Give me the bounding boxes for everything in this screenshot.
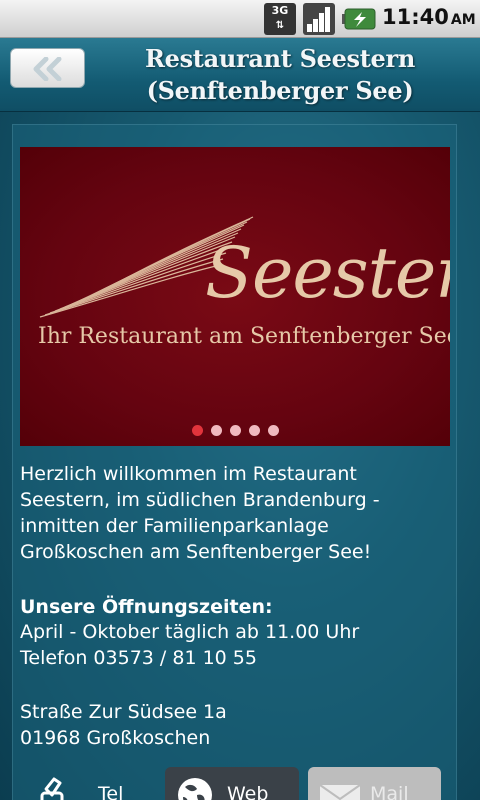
slider-dot[interactable] [248, 425, 260, 436]
opening-hours-line: April - Oktober täglich ab 11.00 Uhr [20, 621, 360, 643]
intro-line: Seestern, im südlichen Brandenburg - [20, 489, 380, 511]
signal-strength-icon [303, 3, 335, 35]
address: Straße Zur Südsee 1a 01968 Großkoschen [20, 699, 460, 751]
page-title: Restaurant Seestern (Senftenberger See) [100, 43, 460, 107]
slider-dot[interactable] [191, 425, 203, 436]
intro-line: Großkoschen am Senftenberger See! [20, 541, 372, 563]
opening-hours-heading: Unsere Öffnungszeiten: [20, 596, 273, 618]
mail-button[interactable]: Mail [308, 767, 441, 800]
intro-line: inmitten der Familienparkanlage [20, 515, 329, 537]
mail-button-label: Mail [370, 783, 409, 800]
intro-line: Herzlich willkommen im Restaurant [20, 463, 357, 485]
address-city: 01968 Großkoschen [20, 727, 211, 749]
image-slider[interactable]: Seestern Ihr Restaurant am Senftenberger… [20, 147, 450, 446]
envelope-icon [319, 784, 361, 800]
status-bar: 3G ⇅ 11:40 AM [0, 0, 480, 38]
double-chevron-left-icon [33, 57, 62, 81]
phone-icon [40, 777, 64, 800]
intro-text: Herzlich willkommen im Restaurant Seeste… [20, 461, 460, 565]
slider-dot[interactable] [229, 425, 241, 436]
call-button-label: Tel [98, 783, 124, 800]
page-title-line2: (Senftenberger See) [146, 76, 414, 105]
web-button-label: Web [227, 783, 269, 800]
clock-time: 11:40 [382, 5, 449, 29]
app-header: Restaurant Seestern (Senftenberger See) [0, 38, 480, 112]
page-title-line1: Restaurant Seestern [144, 44, 416, 73]
network-type-label: 3G [271, 4, 289, 17]
clock-ampm: AM [450, 12, 476, 28]
call-button[interactable]: Tel [20, 767, 160, 800]
seestern-logo: Seestern Ihr Restaurant am Senftenberger… [38, 216, 450, 349]
address-street: Straße Zur Südsee 1a [20, 701, 227, 723]
logo-tagline: Ihr Restaurant am Senftenberger See [38, 324, 450, 349]
back-button[interactable] [10, 48, 85, 88]
slider-pagination [20, 421, 450, 440]
opening-hours: April - Oktober täglich ab 11.00 Uhr Tel… [20, 619, 460, 671]
phone-line: Telefon 03573 / 81 10 55 [20, 647, 257, 669]
globe-icon [178, 778, 212, 800]
clock: 11:40 AM [382, 5, 476, 29]
battery-charging-icon [342, 8, 376, 30]
network-3g-icon: 3G ⇅ [264, 3, 296, 35]
slider-dot[interactable] [267, 425, 279, 436]
web-button[interactable]: Web [165, 767, 299, 800]
slider-dot[interactable] [210, 425, 222, 436]
logo-wordmark: Seestern [205, 232, 450, 314]
